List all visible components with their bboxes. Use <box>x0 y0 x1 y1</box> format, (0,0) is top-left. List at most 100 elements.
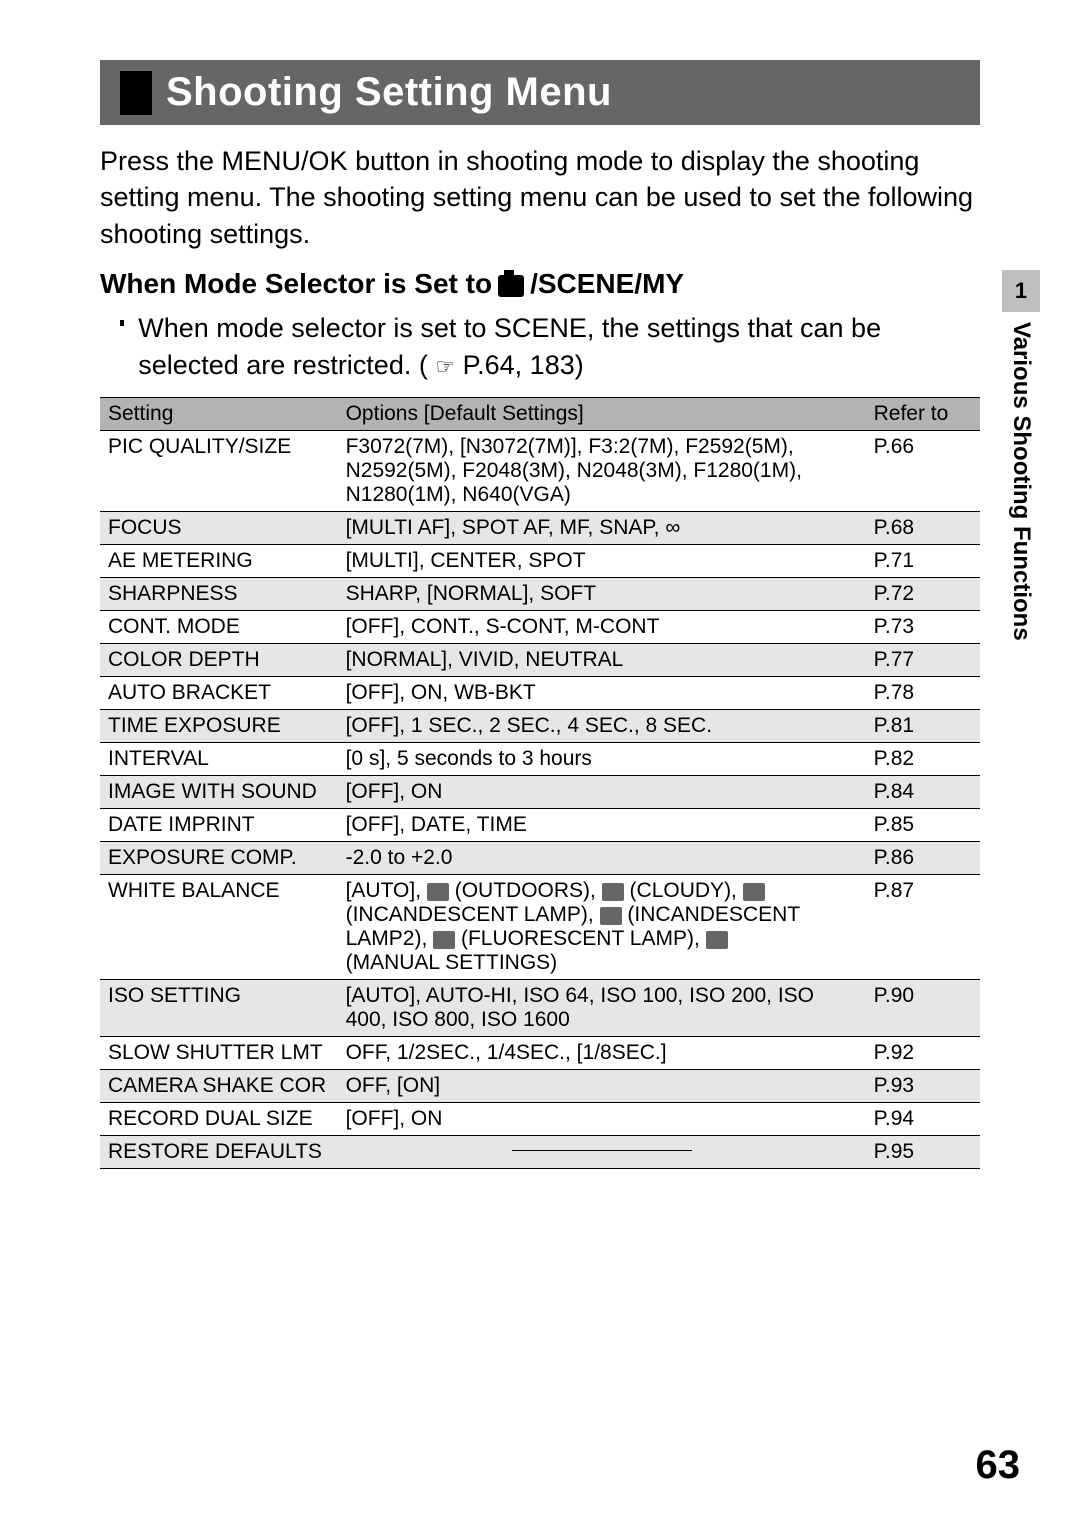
table-row: IMAGE WITH SOUND[OFF], ONP.84 <box>100 776 980 809</box>
settings-table: Setting Options [Default Settings] Refer… <box>100 397 980 1169</box>
cell-refer: P.85 <box>866 809 980 842</box>
mode-subheading: When Mode Selector is Set to /SCENE/MY <box>100 268 980 300</box>
table-row: ISO SETTING[AUTO], AUTO-HI, ISO 64, ISO … <box>100 980 980 1037</box>
cell-setting: INTERVAL <box>100 743 338 776</box>
cell-refer: P.84 <box>866 776 980 809</box>
title-stub-icon <box>120 71 152 115</box>
chapter-label: Various Shooting Functions <box>1007 322 1035 641</box>
cell-refer: P.71 <box>866 545 980 578</box>
cell-setting: RESTORE DEFAULTS <box>100 1136 338 1169</box>
table-row: COLOR DEPTH[NORMAL], VIVID, NEUTRALP.77 <box>100 644 980 677</box>
cell-options: [NORMAL], VIVID, NEUTRAL <box>338 644 866 677</box>
cell-refer: P.95 <box>866 1136 980 1169</box>
cell-setting: PIC QUALITY/SIZE <box>100 431 338 512</box>
cell-refer: P.73 <box>866 611 980 644</box>
cell-options: [OFF], ON <box>338 776 866 809</box>
cell-refer: P.87 <box>866 875 980 980</box>
cell-options: [0 s], 5 seconds to 3 hours <box>338 743 866 776</box>
cell-options: OFF, [ON] <box>338 1070 866 1103</box>
cell-setting: CONT. MODE <box>100 611 338 644</box>
cell-options: F3072(7M), [N3072(7M)], F3:2(7M), F2592(… <box>338 431 866 512</box>
dash-icon <box>512 1150 692 1151</box>
scene-note: When mode selector is set to SCENE, the … <box>120 310 980 383</box>
table-row: SLOW SHUTTER LMTOFF, 1/2SEC., 1/4SEC., [… <box>100 1037 980 1070</box>
cell-setting: RECORD DUAL SIZE <box>100 1103 338 1136</box>
incandescent2-icon <box>600 907 622 925</box>
table-row: CONT. MODE[OFF], CONT., S-CONT, M-CONTP.… <box>100 611 980 644</box>
cell-refer: P.92 <box>866 1037 980 1070</box>
intro-paragraph: Press the MENU/OK button in shooting mod… <box>100 143 980 252</box>
cell-options: [OFF], DATE, TIME <box>338 809 866 842</box>
cell-setting: EXPOSURE COMP. <box>100 842 338 875</box>
table-row: WHITE BALANCE[AUTO], (OUTDOORS), (CLOUDY… <box>100 875 980 980</box>
incandescent-icon <box>743 883 765 901</box>
cell-setting: AE METERING <box>100 545 338 578</box>
manual-wb-icon <box>706 931 728 949</box>
cell-options: [MULTI AF], SPOT AF, MF, SNAP, ∞ <box>338 512 866 545</box>
col-refer: Refer to <box>866 398 980 431</box>
outdoors-icon <box>427 883 449 901</box>
cell-options: [AUTO], (OUTDOORS), (CLOUDY), (INCANDESC… <box>338 875 866 980</box>
table-row: TIME EXPOSURE[OFF], 1 SEC., 2 SEC., 4 SE… <box>100 710 980 743</box>
cell-setting: FOCUS <box>100 512 338 545</box>
cell-setting: SLOW SHUTTER LMT <box>100 1037 338 1070</box>
cell-setting: DATE IMPRINT <box>100 809 338 842</box>
subhead-suffix: /SCENE/MY <box>530 268 684 300</box>
bullet-ref: P.64, 183) <box>463 350 584 380</box>
section-title-bar: Shooting Setting Menu <box>100 60 980 125</box>
cloudy-icon <box>602 883 624 901</box>
table-row: AE METERING[MULTI], CENTER, SPOTP.71 <box>100 545 980 578</box>
table-row: AUTO BRACKET[OFF], ON, WB-BKTP.78 <box>100 677 980 710</box>
cell-options: [OFF], ON <box>338 1103 866 1136</box>
table-row: EXPOSURE COMP.-2.0 to +2.0P.86 <box>100 842 980 875</box>
cell-options: [AUTO], AUTO-HI, ISO 64, ISO 100, ISO 20… <box>338 980 866 1037</box>
col-setting: Setting <box>100 398 338 431</box>
cell-setting: CAMERA SHAKE COR <box>100 1070 338 1103</box>
side-tab: 1 Various Shooting Functions <box>1002 270 1040 641</box>
cell-options: [OFF], CONT., S-CONT, M-CONT <box>338 611 866 644</box>
page-title: Shooting Setting Menu <box>166 70 612 115</box>
col-options: Options [Default Settings] <box>338 398 866 431</box>
cell-setting: SHARPNESS <box>100 578 338 611</box>
table-row: RESTORE DEFAULTS P.95 <box>100 1136 980 1169</box>
camera-icon <box>498 275 524 297</box>
cell-setting: AUTO BRACKET <box>100 677 338 710</box>
cell-setting: IMAGE WITH SOUND <box>100 776 338 809</box>
cell-refer: P.90 <box>866 980 980 1037</box>
cell-options: [MULTI], CENTER, SPOT <box>338 545 866 578</box>
table-row: SHARPNESSSHARP, [NORMAL], SOFTP.72 <box>100 578 980 611</box>
cell-refer: P.86 <box>866 842 980 875</box>
chapter-number: 1 <box>1002 270 1040 312</box>
cell-refer: P.66 <box>866 431 980 512</box>
cell-refer: P.77 <box>866 644 980 677</box>
table-row: RECORD DUAL SIZE[OFF], ONP.94 <box>100 1103 980 1136</box>
cell-refer: P.78 <box>866 677 980 710</box>
cell-refer: P.72 <box>866 578 980 611</box>
table-row: FOCUS[MULTI AF], SPOT AF, MF, SNAP, ∞P.6… <box>100 512 980 545</box>
bullet-icon <box>120 320 124 326</box>
cell-setting: WHITE BALANCE <box>100 875 338 980</box>
cell-options: OFF, 1/2SEC., 1/4SEC., [1/8SEC.] <box>338 1037 866 1070</box>
fluorescent-icon <box>433 931 455 949</box>
table-row: INTERVAL[0 s], 5 seconds to 3 hoursP.82 <box>100 743 980 776</box>
page-number: 63 <box>976 1443 1021 1488</box>
cell-options <box>338 1136 866 1169</box>
cell-refer: P.81 <box>866 710 980 743</box>
cell-options: -2.0 to +2.0 <box>338 842 866 875</box>
reference-pointer-icon: ☞ <box>435 356 455 378</box>
cell-refer: P.68 <box>866 512 980 545</box>
table-row: PIC QUALITY/SIZEF3072(7M), [N3072(7M)], … <box>100 431 980 512</box>
cell-options: SHARP, [NORMAL], SOFT <box>338 578 866 611</box>
cell-refer: P.93 <box>866 1070 980 1103</box>
cell-setting: COLOR DEPTH <box>100 644 338 677</box>
table-row: DATE IMPRINT[OFF], DATE, TIMEP.85 <box>100 809 980 842</box>
table-row: CAMERA SHAKE COROFF, [ON]P.93 <box>100 1070 980 1103</box>
cell-refer: P.94 <box>866 1103 980 1136</box>
cell-refer: P.82 <box>866 743 980 776</box>
cell-setting: ISO SETTING <box>100 980 338 1037</box>
cell-options: [OFF], 1 SEC., 2 SEC., 4 SEC., 8 SEC. <box>338 710 866 743</box>
cell-setting: TIME EXPOSURE <box>100 710 338 743</box>
subhead-prefix: When Mode Selector is Set to <box>100 268 492 300</box>
table-header-row: Setting Options [Default Settings] Refer… <box>100 398 980 431</box>
cell-options: [OFF], ON, WB-BKT <box>338 677 866 710</box>
